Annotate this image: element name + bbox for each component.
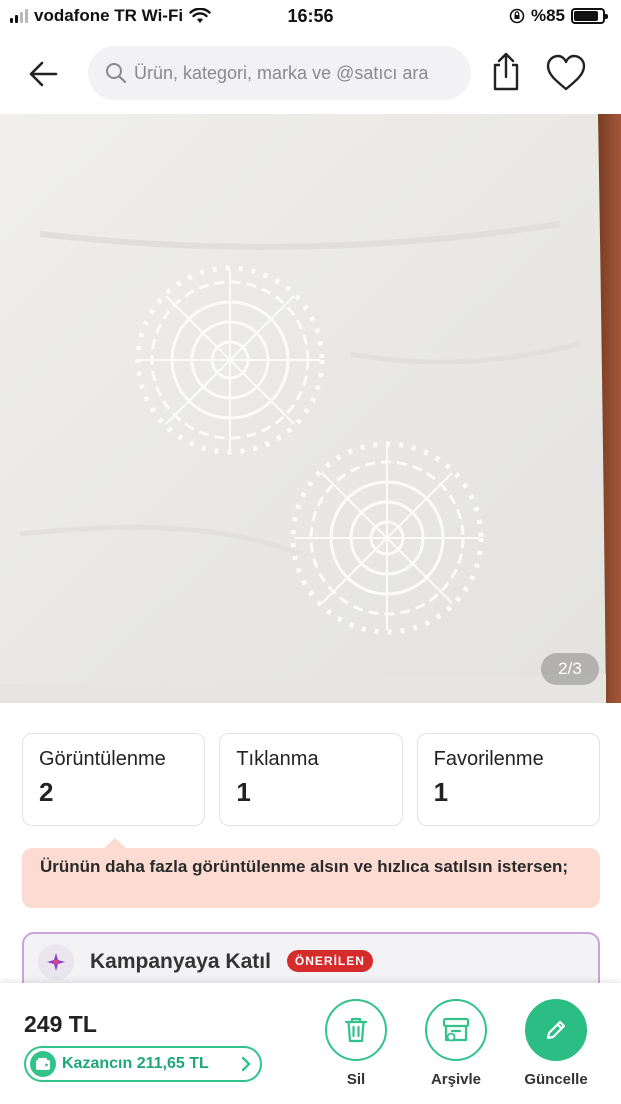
earnings-pill[interactable]: Kazancın 211,65 TL <box>24 1046 262 1082</box>
update-label: Güncelle <box>524 1071 588 1088</box>
chevron-right-icon <box>241 1056 251 1072</box>
status-bar: vodafone TR Wi-Fi 16:56 %85 <box>0 0 621 34</box>
stat-label: Favorilenme <box>433 748 544 770</box>
stat-views: Görüntülenme 2 <box>22 733 206 826</box>
product-image[interactable]: 2/3 <box>0 114 621 703</box>
wallet-icon <box>30 1051 56 1077</box>
image-counter: 2/3 <box>541 653 599 685</box>
stat-value: 1 <box>433 777 449 807</box>
campaign-title: Kampanyaya Katıl <box>90 950 271 973</box>
tip-text: Ürünün daha fazla görüntülenme alsın ve … <box>40 857 569 876</box>
search-placeholder: Ürün, kategori, marka ve @satıcı ara <box>134 62 429 83</box>
search-bar[interactable]: Ürün, kategori, marka ve @satıcı ara <box>88 46 471 100</box>
status-right: %85 <box>509 6 608 26</box>
search-icon <box>106 63 127 84</box>
campaign-logo-icon <box>38 944 74 980</box>
promotion-tip: Ürünün daha fazla görüntülenme alsın ve … <box>22 838 600 908</box>
share-icon[interactable] <box>488 50 524 92</box>
back-arrow-icon[interactable] <box>22 54 68 94</box>
stat-label: Tıklanma <box>236 748 319 770</box>
product-photo <box>0 114 621 703</box>
price-label: 249 TL <box>24 1011 97 1037</box>
top-navigation: Ürün, kategori, marka ve @satıcı ara <box>0 34 621 114</box>
orientation-lock-icon <box>509 8 525 24</box>
stat-value: 1 <box>236 777 251 807</box>
stats-row: Görüntülenme 2 Tıklanma 1 Favorilenme 1 <box>22 733 600 826</box>
product-detail-screen: vodafone TR Wi-Fi 16:56 %85 Ürün, katego… <box>0 0 621 1104</box>
pencil-icon <box>525 999 587 1061</box>
stat-value: 2 <box>39 777 54 807</box>
archive-button[interactable]: Arşivle <box>411 999 501 1088</box>
trash-icon <box>325 999 387 1061</box>
stat-favorites: Favorilenme 1 <box>416 733 600 826</box>
delete-button[interactable]: Sil <box>311 999 401 1088</box>
archive-icon <box>425 999 487 1061</box>
stat-label: Görüntülenme <box>39 748 166 770</box>
recommended-badge: ÖNERİLEN <box>286 950 373 972</box>
update-button[interactable]: Güncelle <box>511 999 601 1088</box>
bottom-action-bar: 249 TL Kazancın 211,65 TL Sil Arşivle Gü… <box>0 983 621 1104</box>
delete-label: Sil <box>346 1071 366 1088</box>
battery-icon <box>571 8 608 24</box>
earnings-text: Kazancın 211,65 TL <box>62 1055 209 1072</box>
heart-icon[interactable] <box>545 54 587 92</box>
archive-label: Arşivle <box>430 1071 482 1088</box>
battery-percent: %85 <box>530 6 565 25</box>
stat-clicks: Tıklanma 1 <box>219 733 403 826</box>
